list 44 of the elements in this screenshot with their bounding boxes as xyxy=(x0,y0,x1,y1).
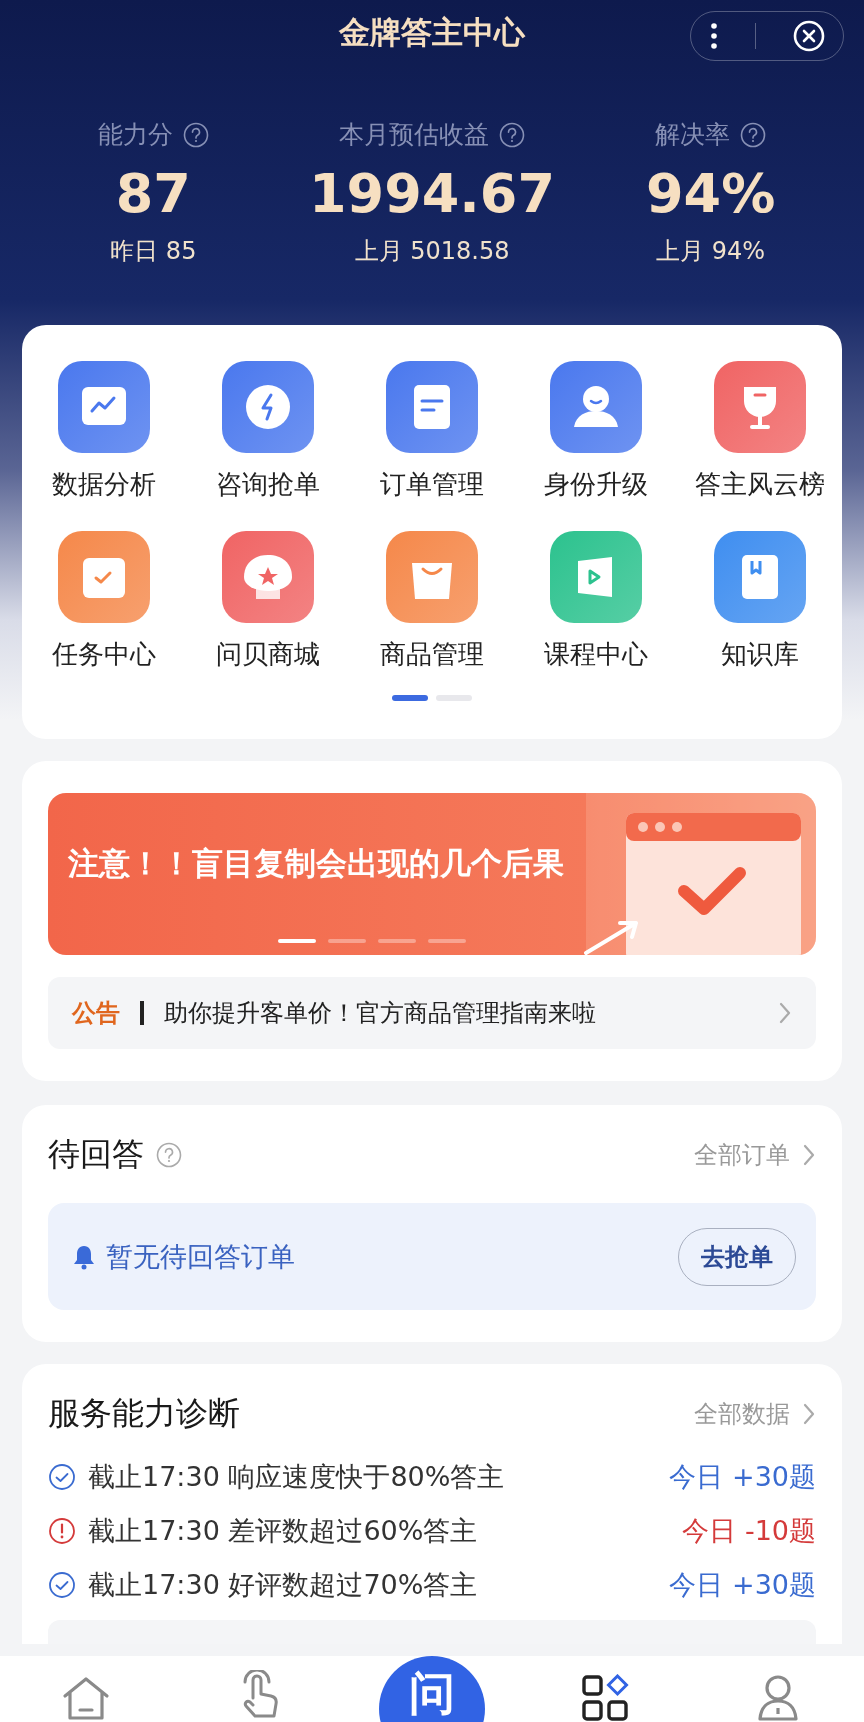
diagnosis-text: 截止17:30 差评数超过60%答主 xyxy=(88,1514,479,1548)
notice-text: 助你提升客单价！官方商品管理指南来啦 xyxy=(164,998,597,1029)
shortcut-item[interactable]: 答主风云榜 xyxy=(678,361,842,501)
bell-icon xyxy=(72,1243,96,1270)
stat-value: 1994.67 xyxy=(309,161,555,227)
stat-label: 能力分 xyxy=(97,119,173,151)
section-title: 服务能力诊断 xyxy=(48,1393,240,1434)
shortcut-item[interactable]: 订单管理 xyxy=(350,361,514,501)
ask-button[interactable]: 问 xyxy=(379,1656,485,1722)
shortcut-item[interactable]: 咨询抢单 xyxy=(186,361,350,501)
empty-message: 暂无待回答订单 xyxy=(106,1239,296,1274)
stat-comparison: 昨日 85 xyxy=(110,236,197,267)
shortcut-item[interactable]: 商品管理 xyxy=(350,531,514,671)
shortcut-item[interactable]: 课程中心 xyxy=(514,531,678,671)
stat-value: 87 xyxy=(115,161,191,227)
help-icon[interactable] xyxy=(499,121,525,148)
stat-comparison: 上月 5018.58 xyxy=(354,236,510,267)
stat-label: 本月预估收益 xyxy=(339,119,489,151)
daily-change: 今日 +30题 xyxy=(669,1460,816,1494)
shortcut-item[interactable]: 任务中心 xyxy=(22,531,186,671)
page-title: 金牌答主中心 xyxy=(339,13,525,52)
apps-icon[interactable] xyxy=(580,1674,629,1722)
notice-bar[interactable]: 公告 助你提升客单价！官方商品管理指南来啦 xyxy=(48,977,816,1049)
notice-tag: 公告 xyxy=(72,997,120,1029)
stat-comparison: 上月 94% xyxy=(656,236,766,267)
profile-icon[interactable] xyxy=(755,1672,800,1722)
shortcut-item[interactable]: 数据分析 xyxy=(22,361,186,501)
chevron-right-icon xyxy=(802,1402,816,1426)
help-icon[interactable] xyxy=(740,121,767,148)
section-title: 待回答 xyxy=(48,1134,144,1175)
chevron-right-icon xyxy=(778,1001,792,1025)
help-icon[interactable] xyxy=(182,121,209,148)
stat-label: 解决率 xyxy=(655,119,731,151)
close-icon[interactable] xyxy=(792,20,825,52)
daily-change: 今日 +30题 xyxy=(669,1568,816,1602)
shortcut-item[interactable]: 身份升级 xyxy=(514,361,678,501)
shortcut-item[interactable]: 问贝商城 xyxy=(186,531,350,671)
more-icon[interactable] xyxy=(709,21,720,51)
chevron-right-icon xyxy=(802,1143,816,1167)
diagnosis-text: 截止17:30 响应速度快于80%答主 xyxy=(88,1460,506,1494)
stat-value: 94% xyxy=(646,161,776,227)
daily-change: 今日 -10题 xyxy=(682,1514,816,1548)
diagnosis-text: 截止17:30 好评数超过70%答主 xyxy=(88,1568,479,1602)
shortcut-item[interactable]: 知识库 xyxy=(678,531,842,671)
